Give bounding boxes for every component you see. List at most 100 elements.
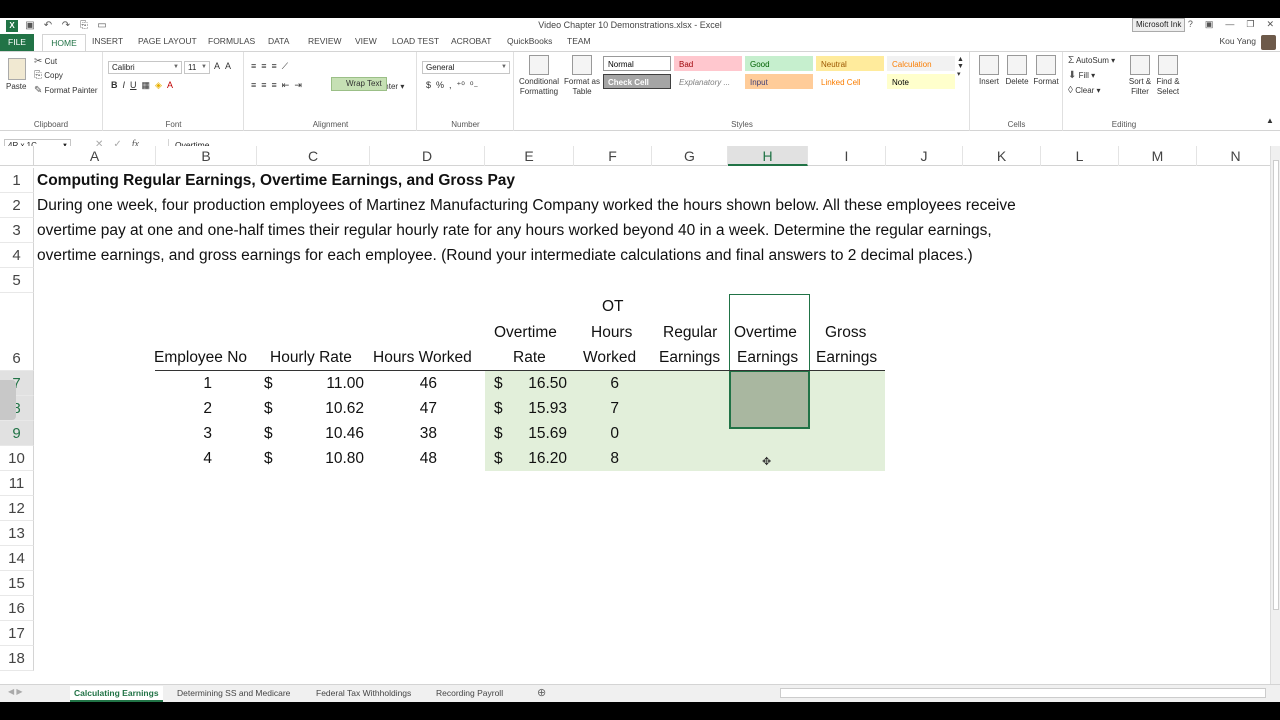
font-color-icon[interactable]: A: [167, 80, 173, 91]
ot-hours-cell[interactable]: 0: [610, 421, 619, 446]
currency-rate-cell[interactable]: $: [264, 396, 273, 421]
header-hours-worked[interactable]: Hours Worked: [373, 345, 472, 370]
insert-cells-button[interactable]: Insert: [975, 55, 1003, 87]
currency-rate-cell[interactable]: $: [264, 421, 273, 446]
cell-style-neutral[interactable]: Neutral: [816, 56, 884, 71]
column-header-m[interactable]: M: [1119, 146, 1197, 166]
align-middle-icon[interactable]: ≡: [261, 61, 266, 72]
avatar[interactable]: [1261, 35, 1276, 50]
side-panel-handle[interactable]: [0, 380, 16, 420]
column-header-n[interactable]: N: [1197, 146, 1275, 166]
header-gross-earnings-line2[interactable]: Earnings: [816, 345, 877, 370]
column-header-k[interactable]: K: [963, 146, 1041, 166]
clear-button[interactable]: ◊ Clear ▾: [1068, 85, 1101, 96]
header-ot-hours-line3[interactable]: Worked: [583, 345, 636, 370]
sheet-tab-ss-medicare[interactable]: Determining SS and Medicare: [177, 686, 290, 700]
currency-ot-rate-cell[interactable]: $: [494, 396, 503, 421]
currency-button[interactable]: $: [426, 80, 431, 91]
hourly-rate-cell[interactable]: 10.62: [325, 396, 364, 421]
copy-button[interactable]: ⎘ Copy: [34, 70, 63, 81]
header-regular-earnings-line2[interactable]: Earnings: [659, 345, 720, 370]
row-header-10[interactable]: 10: [0, 446, 34, 471]
tab-quickbooks[interactable]: QuickBooks: [507, 36, 552, 46]
row-header-13[interactable]: 13: [0, 521, 34, 546]
restore-ribbon-icon[interactable]: ▣: [1205, 19, 1214, 30]
font-size-select[interactable]: 11 ▼: [184, 61, 210, 74]
horizontal-scrollbar[interactable]: [780, 688, 1266, 698]
sheet-tab-recording-payroll[interactable]: Recording Payroll: [436, 686, 503, 700]
column-header-c[interactable]: C: [257, 146, 370, 166]
header-overtime-earnings-line2[interactable]: Earnings: [737, 345, 798, 370]
cell-style-input[interactable]: Input: [745, 74, 813, 89]
column-header-h[interactable]: H: [728, 146, 808, 166]
row-header-12[interactable]: 12: [0, 496, 34, 521]
percent-button[interactable]: %: [436, 80, 444, 91]
number-format-select[interactable]: General ▼: [422, 61, 510, 74]
row-header-3[interactable]: 3: [0, 218, 34, 243]
paste-icon[interactable]: [8, 58, 26, 80]
format-as-table-button[interactable]: Format as Table: [563, 55, 601, 97]
row-header-4[interactable]: 4: [0, 243, 34, 268]
employee-no-cell[interactable]: 3: [203, 421, 212, 446]
tab-page-layout[interactable]: PAGE LAYOUT: [138, 36, 197, 46]
fill-button[interactable]: ⬇ Fill ▾: [1068, 70, 1095, 81]
currency-ot-rate-cell[interactable]: $: [494, 446, 503, 471]
maximize-icon[interactable]: ❐: [1246, 19, 1254, 30]
borders-icon[interactable]: ▦: [142, 80, 151, 91]
minimize-icon[interactable]: —: [1225, 19, 1234, 30]
employee-no-cell[interactable]: 4: [203, 446, 212, 471]
help-icon[interactable]: ?: [1188, 19, 1193, 30]
column-header-e[interactable]: E: [485, 146, 574, 166]
increase-indent-icon[interactable]: ⇥: [294, 80, 302, 91]
align-right-icon[interactable]: ≡: [272, 80, 277, 91]
currency-rate-cell[interactable]: $: [264, 446, 273, 471]
ot-hours-cell[interactable]: 7: [610, 396, 619, 421]
column-header-b[interactable]: B: [156, 146, 257, 166]
align-center-icon[interactable]: ≡: [261, 80, 266, 91]
column-header-l[interactable]: L: [1041, 146, 1119, 166]
comma-button[interactable]: ,: [449, 80, 452, 91]
column-header-d[interactable]: D: [370, 146, 485, 166]
row-header-2[interactable]: 2: [0, 193, 34, 218]
decrease-decimal-icon[interactable]: ⁰₋: [470, 80, 478, 91]
overtime-rate-cell[interactable]: 16.50: [528, 371, 567, 396]
row-header-9[interactable]: 9: [0, 421, 34, 446]
sheet-heading[interactable]: Computing Regular Earnings, Overtime Ear…: [37, 168, 515, 193]
row-header-18[interactable]: 18: [0, 646, 34, 671]
paste-button[interactable]: Paste: [6, 82, 26, 91]
vertical-scrollbar[interactable]: [1270, 146, 1280, 684]
row-header-14[interactable]: 14: [0, 546, 34, 571]
align-bottom-icon[interactable]: ≡: [272, 61, 277, 72]
hours-worked-cell[interactable]: 47: [420, 396, 437, 421]
add-sheet-icon[interactable]: ⊕: [537, 686, 546, 699]
selection-range[interactable]: [729, 370, 810, 429]
tab-formulas[interactable]: FORMULAS: [208, 36, 255, 46]
align-left-icon[interactable]: ≡: [251, 80, 256, 91]
header-gross-earnings-line1[interactable]: Gross: [825, 320, 866, 345]
employee-no-cell[interactable]: 1: [203, 371, 212, 396]
sort-filter-button[interactable]: Sort & Filter: [1126, 55, 1154, 97]
header-overtime-rate-line1[interactable]: Overtime: [494, 320, 557, 345]
conditional-formatting-button[interactable]: Conditional Formatting: [515, 55, 563, 97]
column-header-g[interactable]: G: [652, 146, 728, 166]
hours-worked-cell[interactable]: 38: [420, 421, 437, 446]
paragraph-line-3[interactable]: overtime earnings, and gross earnings fo…: [37, 243, 973, 268]
tab-view[interactable]: VIEW: [355, 36, 377, 46]
close-icon[interactable]: ✕: [1266, 19, 1274, 30]
shrink-font-icon[interactable]: A: [225, 61, 231, 71]
collapse-ribbon-icon[interactable]: ▲: [1266, 116, 1274, 125]
row-header-17[interactable]: 17: [0, 621, 34, 646]
hours-worked-cell[interactable]: 48: [420, 446, 437, 471]
grow-font-icon[interactable]: A: [214, 61, 220, 71]
cell-style-note[interactable]: Note: [887, 74, 955, 89]
cut-button[interactable]: ✂ Cut: [34, 56, 57, 67]
cell-style-linked-cell[interactable]: Linked Cell: [816, 74, 884, 89]
header-ot-hours-line2[interactable]: Hours: [591, 320, 632, 345]
column-header-a[interactable]: A: [34, 146, 156, 166]
row-header-15[interactable]: 15: [0, 571, 34, 596]
header-overtime-rate-line2[interactable]: Rate: [513, 345, 546, 370]
hourly-rate-cell[interactable]: 10.46: [325, 421, 364, 446]
autosum-button[interactable]: Σ AutoSum ▾: [1068, 55, 1115, 66]
cell-style-bad[interactable]: Bad: [674, 56, 742, 71]
format-painter-button[interactable]: ✎ Format Painter: [34, 85, 98, 96]
